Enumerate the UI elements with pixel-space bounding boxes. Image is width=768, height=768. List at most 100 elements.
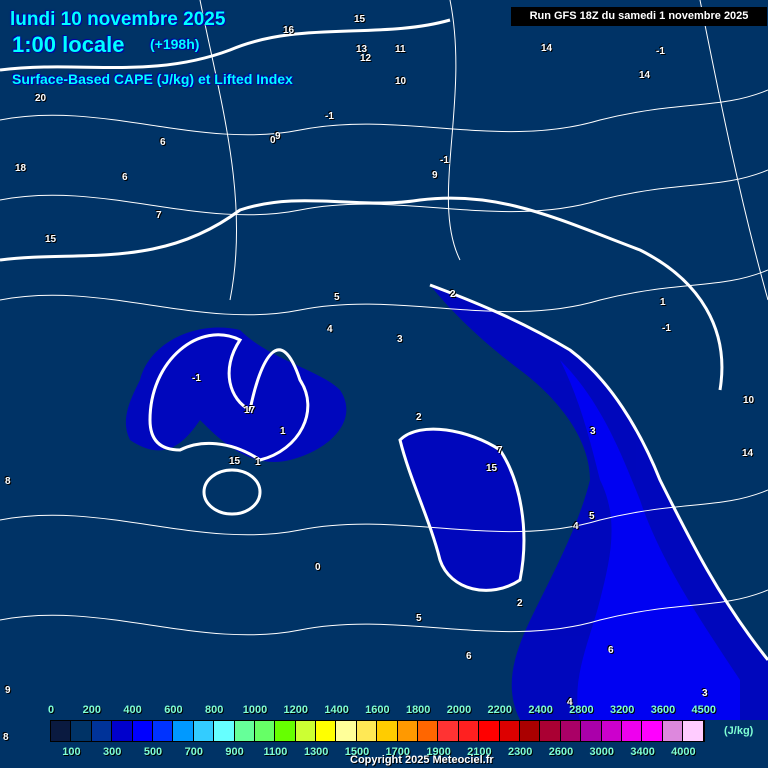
- contour-label: 8: [5, 476, 11, 487]
- colorbar-tick-top: 0: [47, 704, 55, 716]
- contour-label: 6: [608, 645, 614, 656]
- colorbar-cell: [418, 721, 439, 741]
- colorbar-tick-bottom: 4000: [671, 746, 696, 758]
- contour-label: 14: [541, 43, 553, 54]
- colorbar-cell: [519, 721, 541, 741]
- colorbar-cell: [540, 721, 561, 741]
- weather-map: lundi 10 novembre 2025 1:00 locale (+198…: [0, 0, 768, 768]
- cape-map-canvas: [0, 0, 768, 720]
- colorbar-cell: [581, 721, 602, 741]
- contour-label: 1: [255, 457, 261, 468]
- colorbar-tick-bottom: 900: [225, 746, 244, 758]
- colorbar-cell: [193, 721, 215, 741]
- copyright: Copyright 2025 Meteociel.fr: [350, 754, 494, 766]
- contour-label: 6: [466, 651, 472, 662]
- forecast-lead: (+198h): [150, 36, 200, 52]
- contour-label: 3: [702, 688, 708, 699]
- contour-label: -1: [440, 155, 449, 166]
- colorbar-tick-bottom: 1100: [263, 746, 288, 758]
- colorbar-cell: [560, 721, 582, 741]
- colorbar-tick-top: 1800: [405, 704, 431, 716]
- contour-label: 5: [334, 292, 340, 303]
- colorbar: [50, 720, 705, 742]
- contour-label: 2: [416, 412, 422, 423]
- contour-label: 14: [639, 70, 651, 81]
- colorbar-cell: [132, 721, 153, 741]
- contour-label: 16: [283, 25, 295, 36]
- colorbar-cell: [642, 721, 663, 741]
- contour-label: 12: [360, 53, 372, 64]
- contour-label: 3: [590, 426, 596, 437]
- colorbar-unit: (J/kg): [724, 725, 754, 737]
- contour-label: 14: [742, 448, 754, 459]
- colorbar-tick-top: 1400: [324, 704, 349, 716]
- colorbar-tick-bottom: 1300: [303, 746, 329, 758]
- contour-label: -1: [192, 373, 201, 384]
- contour-label: 8: [3, 732, 9, 743]
- colorbar-tick-top: 200: [82, 704, 101, 716]
- colorbar-cell: [621, 721, 643, 741]
- colorbar-tick-top: 400: [123, 704, 142, 716]
- colorbar-cell: [295, 721, 317, 741]
- colorbar-tick-bottom: 100: [62, 746, 81, 758]
- contour-label: 4: [573, 521, 579, 532]
- contour-label: 6: [122, 172, 128, 183]
- contour-label: 6: [160, 137, 166, 148]
- colorbar-tick-bottom: 3400: [630, 746, 655, 758]
- run-banner: Run GFS 18Z du samedi 1 novembre 2025: [511, 7, 767, 26]
- colorbar-cell: [173, 721, 194, 741]
- contour-label: 3: [397, 334, 403, 345]
- colorbar-cell: [91, 721, 113, 741]
- contour-label: 7: [156, 210, 162, 221]
- contour-label: 17: [244, 405, 256, 416]
- colorbar-cell: [397, 721, 419, 741]
- colorbar-tick-top: 2800: [569, 704, 594, 716]
- colorbar-cell: [254, 721, 276, 741]
- contour-label: 5: [416, 613, 422, 624]
- colorbar-cell: [458, 721, 480, 741]
- contour-label: 11: [395, 44, 406, 55]
- colorbar-cell: [214, 721, 235, 741]
- contour-label: 5: [589, 511, 595, 522]
- colorbar-cell: [51, 721, 72, 741]
- colorbar-tick-bottom: 3000: [589, 746, 615, 758]
- colorbar-cell: [152, 721, 174, 741]
- contour-label: 2: [450, 289, 456, 300]
- forecast-time: 1:00 locale: [12, 32, 125, 57]
- colorbar-tick-top: 1200: [283, 704, 309, 716]
- colorbar-tick-top: 3600: [650, 704, 676, 716]
- colorbar-tick-top: 800: [205, 704, 224, 716]
- contour-label: 15: [229, 456, 241, 467]
- contour-label: 1: [660, 297, 666, 308]
- contour-label: 0: [270, 135, 276, 146]
- colorbar-cell: [71, 721, 92, 741]
- colorbar-tick-bottom: 300: [103, 746, 122, 758]
- colorbar-cell: [275, 721, 296, 741]
- contour-label: 7: [497, 445, 503, 456]
- colorbar-tick-bottom: 700: [184, 746, 203, 758]
- colorbar-tick-top: 2400: [528, 704, 553, 716]
- colorbar-tick-top: 600: [164, 704, 183, 716]
- colorbar-tick-bottom: 2600: [548, 746, 574, 758]
- colorbar-cell: [601, 721, 622, 741]
- colorbar-cell: [234, 721, 255, 741]
- contour-label: 15: [486, 463, 498, 474]
- forecast-date: lundi 10 novembre 2025: [10, 9, 226, 30]
- colorbar-tick-top: 1000: [242, 704, 268, 716]
- contour-label: 9: [5, 685, 11, 696]
- colorbar-cell: [499, 721, 520, 741]
- contour-label: 2: [517, 598, 523, 609]
- contour-label: 1: [280, 426, 286, 437]
- contour-label: -1: [656, 46, 665, 57]
- contour-label: 18: [15, 163, 27, 174]
- colorbar-cell: [377, 721, 398, 741]
- contour-label: 15: [354, 14, 366, 25]
- contour-label: -1: [662, 323, 671, 334]
- colorbar-tick-top: 2000: [446, 704, 472, 716]
- colorbar-cell: [479, 721, 500, 741]
- colorbar-cell: [356, 721, 378, 741]
- contour-label: 4: [327, 324, 333, 335]
- contour-label: 20: [35, 93, 47, 104]
- colorbar-tick-top: 4500: [691, 704, 717, 716]
- contour-label: 15: [45, 234, 57, 245]
